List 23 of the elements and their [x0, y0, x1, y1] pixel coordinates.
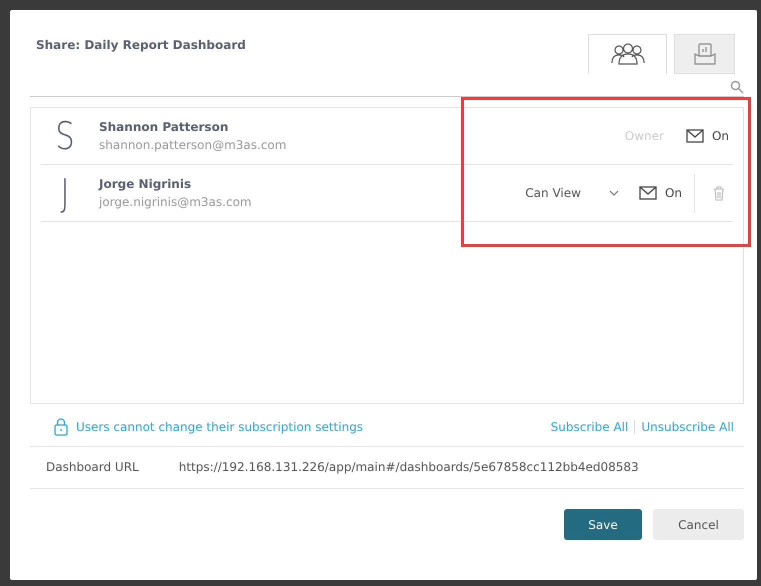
chevron-down-icon — [608, 190, 619, 196]
search-icon[interactable] — [730, 80, 744, 94]
inbox-report-icon — [694, 42, 716, 66]
user-initial: S — [54, 114, 76, 158]
url-label: Dashboard URL — [46, 460, 139, 474]
dialog-title: Share: Daily Report Dashboard — [36, 38, 246, 52]
user-name: Jorge Nigrinis — [99, 177, 192, 191]
users-tab[interactable] — [588, 34, 667, 74]
cancel-button[interactable]: Cancel — [653, 509, 744, 540]
notify-toggle[interactable]: On — [712, 129, 729, 143]
save-button[interactable]: Save — [564, 509, 642, 540]
lock-icon — [54, 418, 68, 436]
role-dropdown[interactable]: Can View — [519, 182, 625, 204]
user-email: shannon.patterson@m3as.com — [99, 138, 288, 152]
people-icon — [610, 43, 646, 65]
user-initial: J — [60, 171, 70, 215]
user-name: Shannon Patterson — [99, 120, 230, 134]
envelope-icon[interactable] — [638, 186, 657, 200]
notify-toggle[interactable]: On — [664, 186, 682, 200]
envelope-icon[interactable] — [686, 129, 704, 143]
report-tab[interactable] — [674, 34, 735, 74]
user-email: jorge.nigrinis@m3as.com — [99, 195, 253, 209]
url-value: https://192.168.131.226/app/main#/dashboards/5e67858cc112bb4ed08583 — [178, 460, 639, 474]
